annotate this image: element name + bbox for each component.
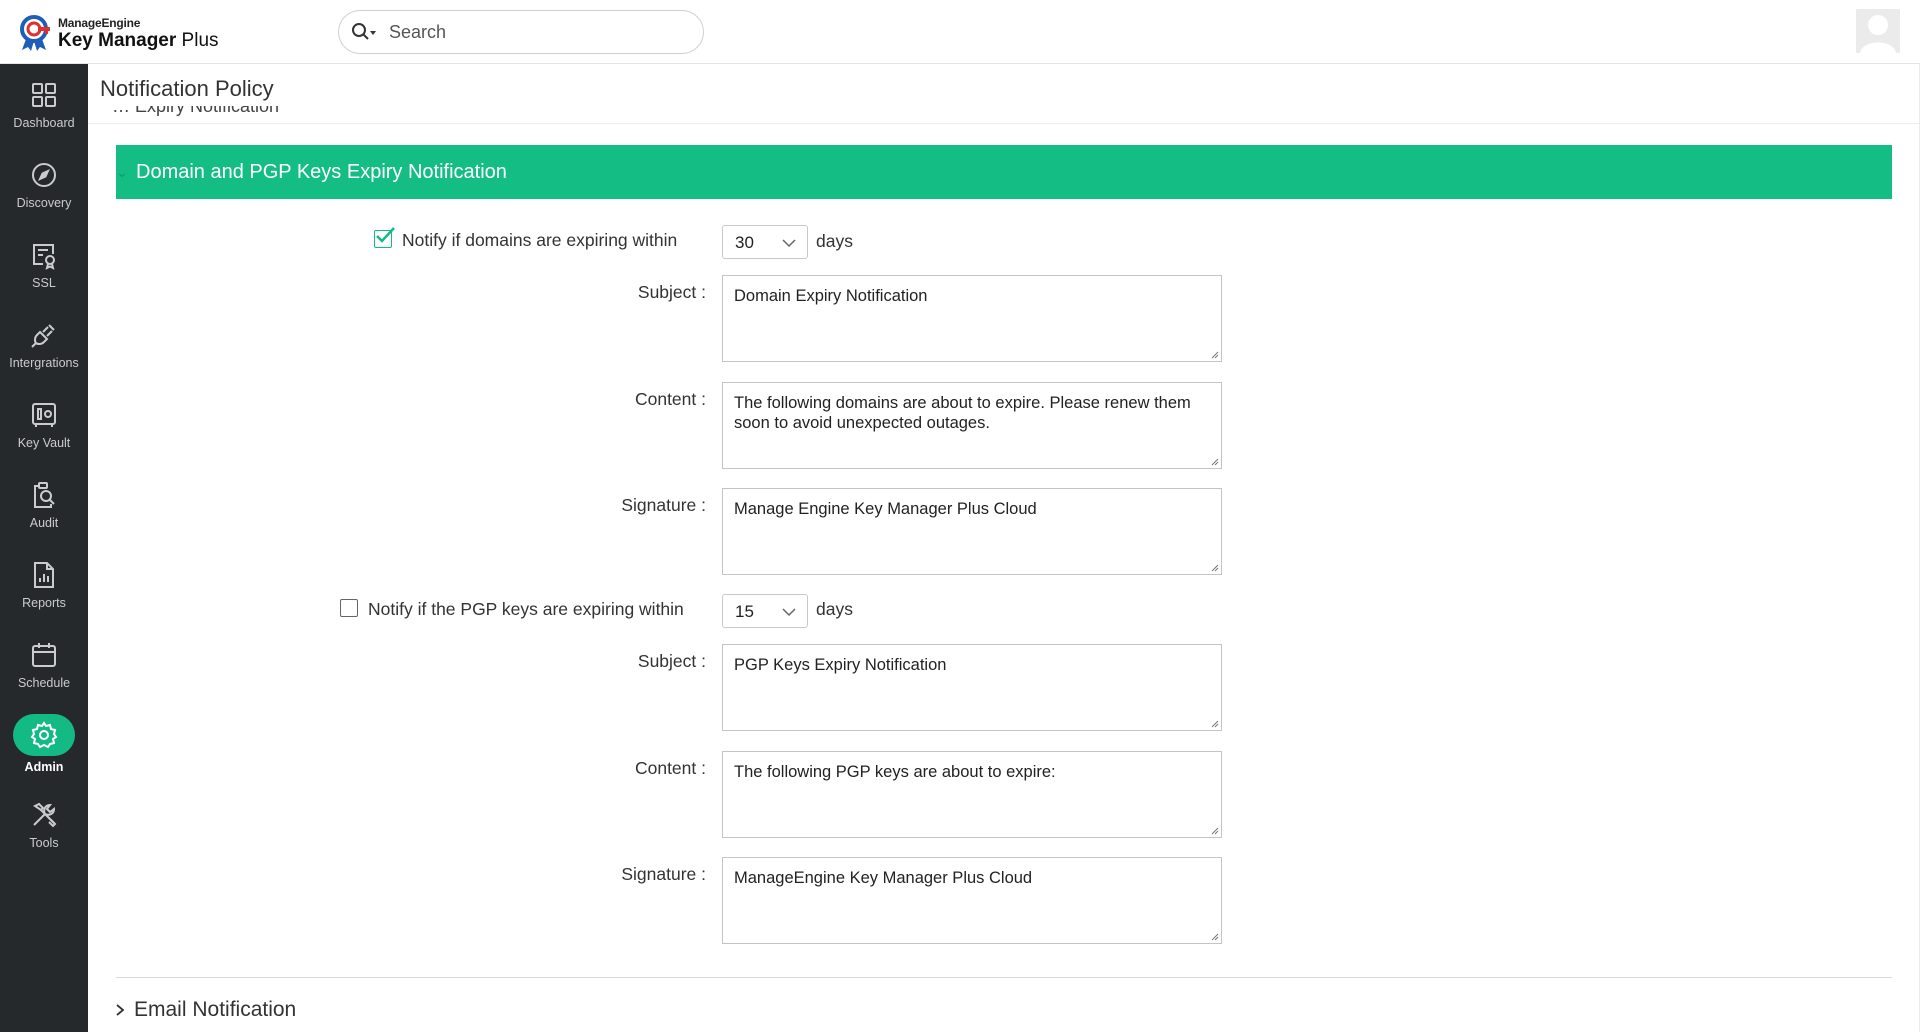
plug-icon [31,324,55,348]
section-divider [116,977,1892,978]
domains-days-value: 30 [735,233,754,252]
pgp-signature-value: ManageEngine Key Manager Plus Cloud [734,869,1033,887]
sidebar-item-admin[interactable]: Admin [0,714,88,786]
sidebar-item-label: Intergrations [9,356,79,370]
pgp-subject-value: PGP Keys Expiry Notification [734,656,947,674]
certificate-icon [33,244,55,270]
checkmark-icon [376,227,395,243]
chevron-right-icon [116,1004,125,1016]
resize-grip-icon[interactable] [1210,563,1219,572]
sidebar-item-label: Schedule [17,676,71,690]
domains-days-unit: days [816,231,853,251]
report-icon [34,562,54,588]
domains-subject-field[interactable]: Domain Expiry Notification [722,275,1222,362]
title-divider [88,123,1920,124]
domains-subject-value: Domain Expiry Notification [734,287,928,305]
resize-grip-icon[interactable] [1210,826,1219,835]
page-title: Notification Policy [100,76,274,101]
gear-icon [30,721,58,749]
sidebar-item-schedule[interactable]: Schedule [0,630,88,702]
pgp-notify-checkbox[interactable] [340,599,358,617]
pgp-notify-label[interactable]: Notify if the PGP keys are expiring with… [368,599,684,620]
previous-section-header[interactable]: … Expiry Notification [112,106,452,124]
sidebar-item-label: Admin [24,760,64,774]
section-title: Domain and PGP Keys Expiry Notification [136,160,507,183]
sidebar-item-dashboard[interactable]: Dashboard [0,70,88,142]
domains-signature-field[interactable]: Manage Engine Key Manager Plus Cloud [722,488,1222,575]
brand-name: ManageEngine [58,15,141,30]
sidebar-item-key-vault[interactable]: Key Vault [0,390,88,462]
chevron-down-icon: ⌄ [116,163,128,180]
domains-content-label: Content : [634,389,706,409]
product-name: Key Manager Plus [58,29,219,51]
audit-icon [34,482,55,508]
dashboard-icon [32,83,56,107]
pgp-content-field[interactable]: The following PGP keys are about to expi… [722,751,1222,838]
search-box[interactable] [338,10,704,54]
user-avatar-icon [1856,9,1900,53]
top-bar: ManageEngine Key Manager Plus [0,0,1920,64]
compass-icon [32,163,56,187]
pgp-subject-field[interactable]: PGP Keys Expiry Notification [722,644,1222,731]
pgp-content-label: Content : [634,758,706,778]
domains-notify-label[interactable]: Notify if domains are expiring within [402,230,677,251]
app-logo[interactable]: ManageEngine Key Manager Plus [18,14,219,52]
pgp-signature-label: Signature : [621,864,706,884]
domains-content-value: The following domains are about to expir… [734,394,1191,432]
tools-icon [33,802,57,828]
calendar-icon [32,643,56,667]
pgp-subject-label: Subject : [637,651,706,671]
active-indicator [13,714,75,756]
domains-signature-label: Signature : [621,495,706,515]
sidebar-item-discovery[interactable]: Discovery [0,150,88,222]
sidebar-item-label: Key Vault [17,436,71,450]
domains-days-select[interactable]: 30 [722,225,808,259]
chevron-down-icon [782,608,796,617]
pgp-days-unit: days [816,599,853,619]
pgp-signature-field[interactable]: ManageEngine Key Manager Plus Cloud [722,857,1222,944]
pgp-days-select[interactable]: 15 [722,594,808,628]
pgp-content-value: The following PGP keys are about to expi… [734,763,1056,781]
sidebar-item-label: SSL [32,276,56,290]
key-manager-logo-icon [20,15,50,51]
domains-content-field[interactable]: The following domains are about to expir… [722,382,1222,469]
sidebar: Dashboard Discovery SSL Intergrations Ke… [0,64,88,1032]
avatar[interactable] [1856,9,1900,53]
sidebar-item-tools[interactable]: Tools [0,790,88,862]
resize-grip-icon[interactable] [1210,350,1219,359]
chevron-down-icon [782,239,796,248]
section-header-domain-pgp[interactable]: ⌄ Domain and PGP Keys Expiry Notificatio… [116,145,1892,199]
domains-notify-checkbox[interactable] [374,227,395,248]
sidebar-item-audit[interactable]: Audit [0,470,88,542]
sidebar-item-label: Tools [29,836,59,850]
sidebar-item-label: Dashboard [13,116,75,130]
sidebar-item-reports[interactable]: Reports [0,550,88,622]
pgp-days-value: 15 [735,602,754,621]
resize-grip-icon[interactable] [1210,719,1219,728]
sidebar-item-intergrations[interactable]: Intergrations [0,310,88,382]
sidebar-item-ssl[interactable]: SSL [0,230,88,302]
resize-grip-icon[interactable] [1210,457,1219,466]
resize-grip-icon[interactable] [1210,932,1219,941]
vault-icon [32,403,56,427]
sidebar-item-label: Discovery [16,196,72,210]
sidebar-item-label: Audit [29,516,59,530]
domains-signature-value: Manage Engine Key Manager Plus Cloud [734,500,1037,518]
search-icon[interactable] [351,22,377,42]
sidebar-item-label: Reports [22,596,66,610]
search-input[interactable] [387,20,681,44]
section-header-email-notification[interactable]: Email Notification [114,998,296,1022]
domains-subject-label: Subject : [637,282,706,302]
section-title: Email Notification [134,998,297,1021]
